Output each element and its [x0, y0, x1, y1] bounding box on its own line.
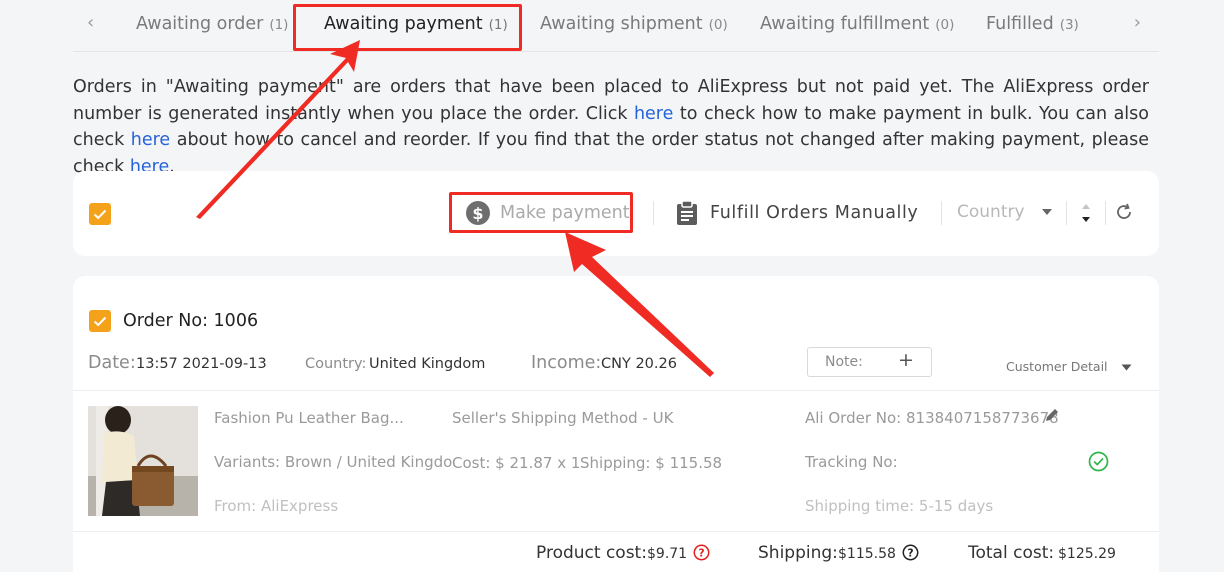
order-card: Order No: 1006 Date: 13:57 2021-09-13 Co…	[73, 276, 1159, 572]
refresh-icon	[1117, 203, 1131, 219]
cancel-reorder-help-link[interactable]: here	[131, 130, 170, 150]
tracking-number: Tracking No:	[805, 453, 898, 471]
fulfill-orders-label: Fulfill Orders Manually	[710, 203, 919, 223]
total-cost-label: Total cost:	[968, 543, 1055, 563]
chevron-left-icon[interactable]: ‹	[87, 12, 94, 33]
refresh-button[interactable]	[1115, 203, 1133, 221]
country-select-value: Country	[957, 202, 1025, 222]
highlight-box-tab	[293, 4, 522, 51]
sort-button[interactable]	[1080, 201, 1092, 225]
order-number: Order No: 1006	[123, 311, 259, 331]
toolbar-divider	[941, 201, 942, 225]
tab-label: Awaiting order	[136, 14, 264, 34]
tab-label: Awaiting fulfillment	[760, 14, 930, 34]
help-icon[interactable]: ?	[693, 544, 710, 561]
product-cost: Cost: $ 21.87 x 1	[452, 454, 581, 472]
product-cost-total-label: Product cost:	[536, 543, 647, 563]
check-icon	[93, 209, 107, 219]
order-checkbox[interactable]	[89, 310, 111, 332]
product-thumbnail[interactable]	[88, 406, 198, 516]
shipping-total: $115.58	[838, 546, 896, 562]
product-source: From: AliExpress	[214, 497, 339, 515]
toolbar-divider	[653, 201, 654, 225]
bulk-action-toolbar: $ Make payment Fulfill Orders Manually C…	[73, 171, 1159, 256]
tab-label: Fulfilled	[986, 14, 1054, 34]
clipboard-icon	[677, 201, 697, 225]
order-status-tabs: ‹ Awaiting order (1) Awaiting payment (1) …	[73, 0, 1159, 52]
help-icon[interactable]: ?	[902, 544, 919, 561]
order-country: United Kingdom	[369, 356, 486, 372]
caret-down-icon	[1121, 364, 1132, 371]
tab-label: Awaiting shipment	[540, 14, 703, 34]
check-icon	[93, 316, 107, 326]
product-image	[88, 406, 198, 516]
highlight-box-make-payment	[449, 192, 633, 233]
tab-count: (1)	[269, 17, 289, 33]
shipping-total-label: Shipping:	[758, 543, 838, 563]
tab-fulfilled[interactable]: Fulfilled (3)	[986, 14, 1079, 34]
caret-down-icon	[1041, 209, 1052, 215]
country-label: Country:	[305, 356, 367, 372]
country-select[interactable]: Country	[957, 202, 1053, 222]
customer-detail-toggle[interactable]: Customer Detail	[1006, 356, 1132, 375]
date-label: Date:	[88, 353, 136, 373]
shipping-method-select[interactable]: Seller's Shipping Method - UK	[452, 409, 673, 427]
note-label: Note:	[825, 354, 863, 370]
product-title-link[interactable]: Fashion Pu Leather Bag...	[214, 409, 404, 427]
tab-count: (0)	[708, 17, 728, 33]
toolbar-divider	[1066, 201, 1067, 225]
awaiting-payment-info: Orders in "Awaiting payment" are orders …	[73, 74, 1149, 180]
select-all-checkbox[interactable]	[89, 203, 111, 225]
income-label: Income:	[531, 353, 602, 373]
svg-text:?: ?	[698, 548, 704, 560]
product-shipping: Shipping: $ 115.58	[580, 454, 723, 472]
customer-detail-label: Customer Detail	[1006, 359, 1108, 374]
check-circle-icon	[1088, 451, 1109, 472]
bulk-payment-help-link[interactable]: here	[634, 104, 673, 124]
divider	[73, 531, 1159, 532]
add-note-button[interactable]: Note: +	[807, 347, 932, 377]
toolbar-divider	[1105, 201, 1106, 225]
total-cost: $125.29	[1058, 546, 1116, 562]
ali-order-number: Ali Order No: 8138407158773678	[805, 409, 1059, 427]
tab-awaiting-fulfillment[interactable]: Awaiting fulfillment (0)	[760, 14, 954, 34]
tab-awaiting-order[interactable]: Awaiting order (1)	[136, 14, 288, 34]
tab-awaiting-shipment[interactable]: Awaiting shipment (0)	[540, 14, 728, 34]
product-variants: Variants: Brown / United Kingdo	[214, 453, 453, 471]
order-date: 13:57 2021-09-13	[136, 356, 267, 372]
tab-count: (0)	[935, 17, 955, 33]
pencil-icon[interactable]	[1044, 407, 1060, 423]
shipping-time: Shipping time: 5-15 days	[805, 497, 994, 515]
product-cost-total: $9.71	[647, 546, 688, 562]
order-income: CNY 20.26	[601, 356, 677, 372]
info-text: about how to cancel and reorder. If you …	[73, 130, 1149, 177]
plus-icon: +	[898, 349, 914, 371]
sort-icon	[1082, 204, 1090, 222]
fulfill-orders-manually-button[interactable]: Fulfill Orders Manually	[676, 201, 918, 225]
divider	[73, 390, 1159, 391]
svg-text:?: ?	[907, 548, 913, 560]
chevron-right-icon[interactable]: ›	[1134, 12, 1141, 33]
tab-count: (3)	[1059, 17, 1079, 33]
